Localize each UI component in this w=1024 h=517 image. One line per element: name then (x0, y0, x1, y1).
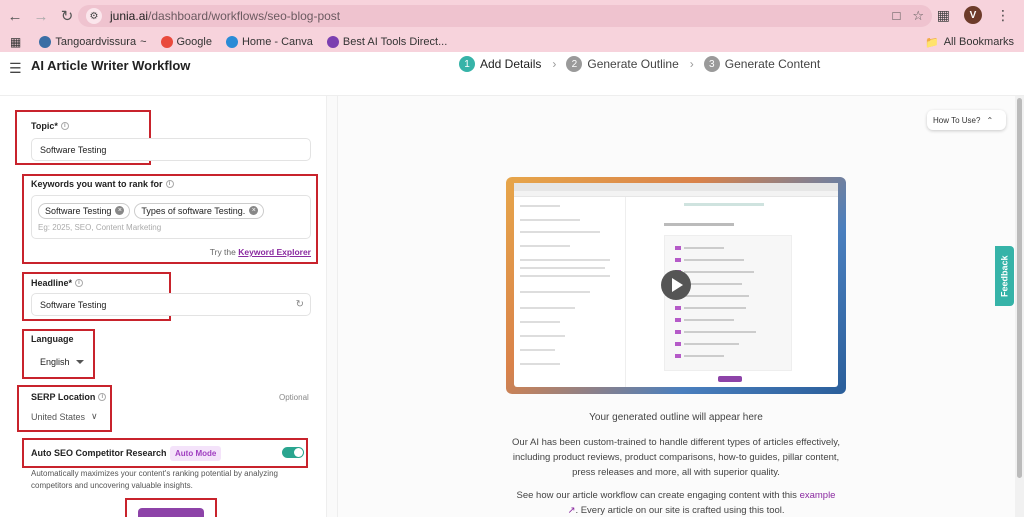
caret-down-icon (75, 360, 84, 364)
bookmarks-bar: ▦ Tangoardvissura ~ Google Home - Canva B… (0, 32, 1024, 52)
canva-icon (225, 36, 238, 48)
keywords-placeholder: Eg: 2025, SEO, Content Marketing (38, 222, 162, 232)
bookmark-canva[interactable]: Home - Canva (225, 36, 313, 48)
extensions-icon[interactable]: ▦ (937, 7, 950, 24)
forward-icon[interactable]: → (30, 5, 52, 27)
site-settings-icon[interactable]: ⚙ (86, 8, 102, 24)
step-1-label[interactable]: Add Details (480, 57, 541, 71)
step-3-number: 3 (703, 56, 720, 72)
auto-seo-description: Automatically maximizes your content's r… (31, 469, 278, 490)
how-to-use-button[interactable]: How To Use? ⌃ (927, 110, 1006, 130)
step-3-label[interactable]: Generate Content (725, 57, 820, 71)
app-header: ☰ AI Article Writer Workflow 1 Add Detai… (0, 52, 1024, 96)
chevron-up-icon: ⌃ (986, 115, 994, 125)
auto-seo-label: Auto SEO Competitor Researchi (31, 448, 178, 458)
topic-label: Topic* i (31, 121, 69, 131)
workflow-steps: 1 Add Details › 2 Generate Outline › 3 G… (459, 56, 820, 72)
step-1-number: 1 (459, 56, 475, 72)
auto-mode-badge: Auto Mode (170, 446, 222, 461)
google-icon (160, 36, 173, 48)
back-icon[interactable]: ← (4, 5, 26, 27)
feedback-tab[interactable]: Feedback (995, 246, 1014, 306)
auto-seo-toggle[interactable] (282, 447, 304, 458)
example-description: See how our article workflow can create … (516, 490, 836, 516)
reload-icon[interactable]: ↻ (56, 5, 78, 27)
step-2-number: 2 (566, 56, 583, 72)
apps-grid-icon[interactable]: ▦ (10, 35, 21, 49)
regenerate-icon[interactable]: ↻ (296, 299, 304, 310)
serp-location-label: SERP Location i (31, 392, 107, 402)
headline-label: Headline* i (31, 278, 84, 288)
bookmark-star-icon[interactable]: ☆ (912, 8, 924, 24)
chevron-right-icon: › (552, 57, 557, 71)
topic-input[interactable]: Software Testing (31, 138, 311, 161)
info-icon[interactable]: i (98, 393, 107, 401)
serp-optional-label: Optional (279, 393, 309, 402)
headline-input[interactable]: Software Testing ↻ (31, 293, 311, 316)
page-title: AI Article Writer Workflow (31, 58, 191, 73)
language-select[interactable]: English (40, 357, 84, 367)
all-bookmarks[interactable]: 📁 All Bookmarks (925, 36, 1014, 49)
address-bar[interactable]: ⚙ junia.ai/dashboard/workflows/seo-blog-… (78, 5, 932, 27)
example-link[interactable]: example (800, 490, 836, 501)
info-icon[interactable]: i (75, 279, 84, 287)
panel-divider[interactable] (326, 96, 338, 517)
folder-icon: 📁 (925, 36, 939, 49)
browser-toolbar: ← → ↻ ⚙ junia.ai/dashboard/workflows/seo… (0, 0, 1024, 32)
play-icon[interactable] (661, 270, 691, 300)
keyword-explorer-link[interactable]: Keyword Explorer (238, 247, 311, 257)
scrollbar-thumb[interactable] (1017, 98, 1022, 478)
video-cta-button (718, 376, 742, 382)
keyword-chip[interactable]: Software Testing × (38, 202, 131, 219)
gear-icon (326, 36, 339, 48)
next-button[interactable] (138, 508, 204, 517)
chevron-right-icon: › (689, 57, 694, 71)
info-icon[interactable]: i (165, 180, 174, 188)
serp-location-select[interactable]: United States ∨ (31, 411, 98, 422)
remove-chip-icon[interactable]: × (249, 206, 259, 215)
url-text: junia.ai/dashboard/workflows/seo-blog-po… (110, 9, 341, 23)
bookmark-tangoardvissura[interactable]: Tangoardvissura ~ (39, 36, 147, 48)
wordpress-icon (39, 36, 52, 48)
browser-menu-icon[interactable]: ⋮ (996, 7, 1010, 24)
keyword-explorer-hint: Try the Keyword Explorer (209, 247, 311, 257)
ai-description: Our AI has been custom-trained to handle… (512, 437, 840, 478)
keywords-label: Keywords you want to rank for i (31, 179, 174, 189)
language-label: Language (31, 334, 74, 344)
scrollbar[interactable] (1015, 96, 1024, 517)
outline-placeholder-text: Your generated outline will appear here (589, 412, 763, 423)
profile-avatar[interactable]: V (964, 6, 982, 24)
info-icon[interactable]: i (60, 122, 69, 130)
bookmark-best-ai-tools[interactable]: Best AI Tools Direct... (326, 36, 447, 48)
bookmark-google[interactable]: Google (160, 36, 212, 48)
chevron-down-icon: ∨ (91, 411, 98, 421)
keywords-input[interactable]: Software Testing × Types of software Test… (31, 195, 311, 239)
menu-icon[interactable]: ☰ (9, 60, 22, 77)
install-app-icon[interactable]: □ (892, 8, 900, 24)
keyword-chip[interactable]: Types of software Testing. × (134, 202, 265, 219)
remove-chip-icon[interactable]: × (115, 206, 125, 215)
step-2-label[interactable]: Generate Outline (587, 57, 678, 71)
